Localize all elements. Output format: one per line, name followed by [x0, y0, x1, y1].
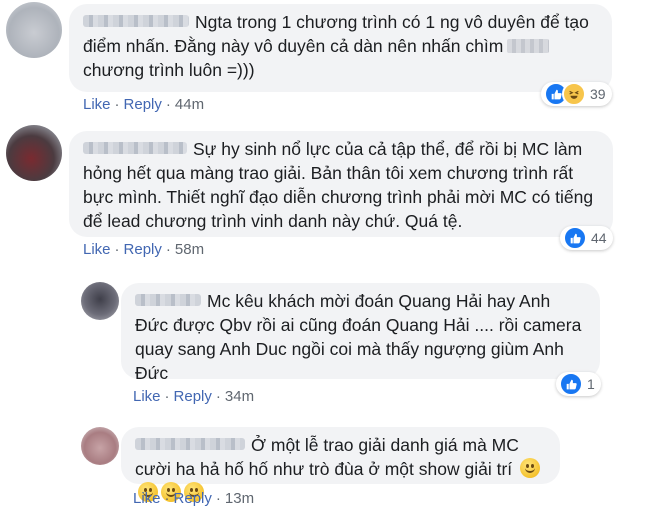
comment-bubble: Sự hy sinh nổ lực của cả tập thể, để rồi… — [69, 131, 613, 237]
comment-text: Mc kêu khách mời đoán Quang Hải hay Anh … — [135, 291, 582, 383]
like-link[interactable]: Like — [83, 96, 111, 113]
comment-text-continued: chương trình luôn =))) — [83, 60, 255, 80]
timestamp[interactable]: 44m — [175, 96, 204, 113]
like-link[interactable]: Like — [133, 490, 161, 507]
reactions-summary[interactable]: 44 — [560, 226, 613, 250]
reaction-count: 1 — [587, 376, 595, 392]
comment-bubble: Mc kêu khách mời đoán Quang Hải hay Anh … — [121, 283, 600, 383]
reply-link[interactable]: Reply — [174, 388, 212, 405]
comment-actions: Like · Reply · 44m — [83, 96, 205, 113]
avatar[interactable] — [6, 125, 62, 181]
author-name-blurred[interactable] — [83, 15, 189, 27]
comment-bubble: Ở một lễ trao giải danh giá mà MC cười h… — [121, 427, 560, 502]
smile-emoji-icon — [520, 458, 541, 478]
like-link[interactable]: Like — [133, 388, 161, 405]
reaction-count: 39 — [590, 86, 606, 102]
comment-actions: Like · Reply · 58m — [83, 241, 205, 258]
comment-actions: Like · Reply · 34m — [133, 388, 255, 405]
reaction-count: 44 — [591, 230, 607, 246]
timestamp[interactable]: 34m — [225, 388, 254, 405]
like-icon — [559, 372, 583, 396]
reactions-summary[interactable]: 39 — [541, 82, 612, 106]
comment-bubble: Ngta trong 1 chương trình có 1 ng vô duy… — [69, 4, 612, 92]
avatar[interactable] — [81, 427, 119, 465]
redacted-text — [507, 39, 550, 53]
comment-actions: Like · Reply · 13m — [133, 490, 255, 507]
like-icon — [563, 226, 587, 250]
haha-icon — [562, 82, 586, 106]
like-link[interactable]: Like — [83, 241, 111, 258]
reactions-summary[interactable]: 1 — [556, 372, 601, 396]
reply-link[interactable]: Reply — [174, 490, 212, 507]
reply-link[interactable]: Reply — [124, 241, 162, 258]
author-name-blurred[interactable] — [135, 438, 245, 450]
timestamp[interactable]: 58m — [175, 241, 204, 258]
reply-link[interactable]: Reply — [124, 96, 162, 113]
timestamp[interactable]: 13m — [225, 490, 254, 507]
avatar[interactable] — [81, 282, 119, 320]
author-name-blurred[interactable] — [83, 142, 187, 154]
avatar[interactable] — [6, 2, 62, 58]
author-name-blurred[interactable] — [135, 294, 201, 306]
